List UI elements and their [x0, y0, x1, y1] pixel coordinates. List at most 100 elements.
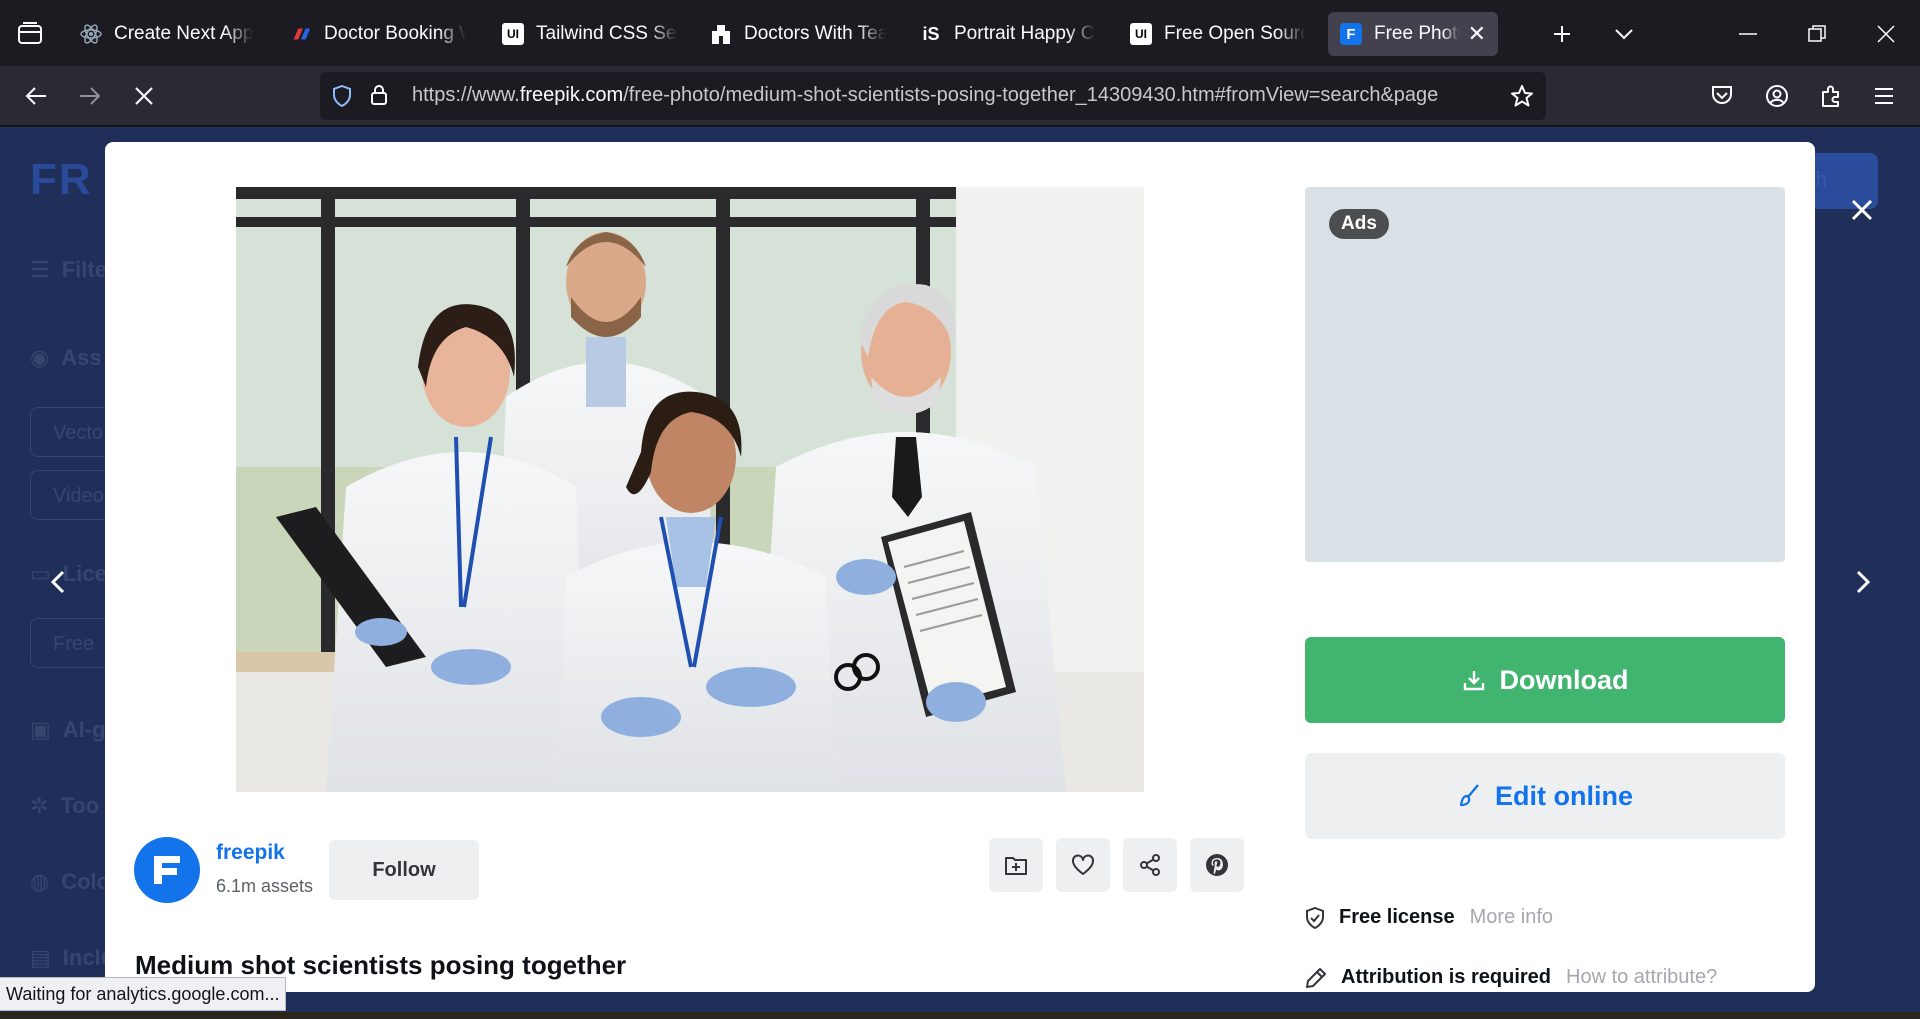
tab-free-open-source[interactable]: UI Free Open Source: [1118, 12, 1318, 56]
firefox-view-icon: [18, 22, 42, 44]
sidebar-label: Filte: [61, 257, 107, 282]
stop-loading-button[interactable]: [122, 74, 166, 118]
tab-portrait-happy[interactable]: iS Portrait Happy Co: [908, 12, 1108, 56]
license-label: Free license: [1339, 906, 1455, 928]
next-photo-button[interactable]: [1845, 562, 1881, 602]
bookmark-star-icon[interactable]: [1510, 84, 1534, 108]
tab-title: Free Photo | Me: [1374, 23, 1460, 44]
minimize-icon: [1739, 33, 1757, 35]
tab-title: Tailwind CSS Secti: [536, 23, 678, 44]
follow-button[interactable]: Follow: [329, 840, 479, 900]
more-info-link[interactable]: More info: [1470, 906, 1553, 929]
status-bar: Waiting for analytics.google.com...: [0, 977, 287, 1011]
minimize-button[interactable]: [1728, 14, 1768, 54]
modal-close-button[interactable]: [1842, 190, 1882, 230]
back-button[interactable]: [14, 74, 58, 118]
istock-icon: iS: [922, 23, 940, 44]
sidebar-item-tools: ✲ Too: [30, 793, 100, 818]
photo-detail-modal: Ads Download Edit online freepik 6.1m as…: [105, 142, 1815, 992]
tab-close-icon[interactable]: ✕: [1468, 21, 1486, 47]
attribution-label: Attribution is required: [1341, 966, 1551, 988]
edit-online-label: Edit online: [1495, 780, 1633, 811]
tab-title: Portrait Happy Co: [954, 23, 1096, 44]
page-footer-strip: [0, 1012, 1920, 1019]
tab-title: Doctors With Tean: [744, 23, 886, 44]
restore-icon: [1808, 25, 1826, 42]
puzzle-icon: [1822, 85, 1839, 107]
brush-icon: [1459, 784, 1479, 807]
sidebar-label: Too: [60, 793, 100, 818]
chevron-left-icon: [51, 570, 65, 594]
app-menu-button[interactable]: [1862, 74, 1906, 118]
shield-icon[interactable]: [332, 85, 352, 107]
tab-doctor-booking[interactable]: Doctor Booking W: [278, 12, 478, 56]
photo-preview[interactable]: [236, 187, 1144, 792]
edit-online-button[interactable]: Edit online: [1305, 753, 1785, 839]
chevron-right-icon: [1856, 570, 1870, 594]
pinterest-icon: [1206, 854, 1228, 876]
pinterest-button[interactable]: [1190, 838, 1244, 892]
restore-button[interactable]: [1797, 14, 1837, 54]
author-avatar[interactable]: [134, 837, 200, 903]
close-icon: [1877, 25, 1895, 43]
ui-icon: UI: [1130, 23, 1152, 45]
heart-icon: [1072, 854, 1094, 875]
close-icon: [1851, 199, 1873, 221]
ads-badge: Ads: [1329, 209, 1389, 239]
site-logo: FR: [30, 155, 93, 204]
account-button[interactable]: [1755, 74, 1799, 118]
share-icon: [1140, 854, 1160, 876]
like-button[interactable]: [1056, 838, 1110, 892]
account-icon: [1766, 85, 1788, 107]
doctors-icon: [710, 23, 732, 45]
navigation-toolbar: https://www.freepik.com/free-photo/mediu…: [0, 66, 1920, 126]
new-tab-button[interactable]: [1542, 14, 1582, 54]
react-icon: [80, 23, 102, 45]
tab-title: Free Open Source: [1164, 23, 1306, 44]
sidebar-label: Ass: [61, 345, 102, 370]
sidebar-item-filters: ☰ Filte: [30, 257, 107, 282]
shield-check-icon: [1306, 906, 1324, 929]
tab-bar: Create Next App Doctor Booking W UI Tail…: [0, 0, 1920, 66]
extensions-button[interactable]: [1809, 74, 1853, 118]
tab-doctors-with-team[interactable]: Doctors With Tean: [698, 12, 898, 56]
forward-button[interactable]: [68, 74, 112, 118]
author-assets-count: 6.1m assets: [216, 876, 314, 896]
lock-icon[interactable]: [370, 84, 388, 106]
scientists-photo-image: [236, 187, 1144, 792]
sidebar-item-assets: ◉ Ass: [30, 345, 102, 370]
freepik-icon: F: [1340, 23, 1362, 45]
attribution-row: Attribution is required How to attribute…: [1305, 966, 1717, 989]
tab-title: Create Next App: [114, 23, 254, 44]
pocket-button[interactable]: [1700, 74, 1744, 118]
freepik-logo-icon: [154, 856, 180, 884]
sidebar-label: Colo: [61, 869, 111, 894]
author-name-link[interactable]: freepik: [216, 841, 285, 865]
tab-free-photo[interactable]: F Free Photo | Me ✕: [1328, 12, 1498, 56]
tab-create-next-app[interactable]: Create Next App: [68, 12, 268, 56]
download-button[interactable]: Download: [1305, 637, 1785, 723]
sidebar-item-ai: ▣ AI-g: [30, 717, 106, 742]
url-domain: freepik.com: [519, 84, 624, 106]
url-text[interactable]: https://www.freepik.com/free-photo/mediu…: [412, 84, 1487, 107]
tab-tailwind-css[interactable]: UI Tailwind CSS Secti: [490, 12, 690, 56]
sidebar-item-color: ◍ Colo: [30, 869, 111, 894]
sidebar-label: AI-g: [62, 717, 106, 742]
share-button[interactable]: [1123, 838, 1177, 892]
ad-placeholder: Ads: [1305, 187, 1785, 562]
ui-icon: UI: [502, 23, 524, 45]
sidebar-item-include: ▤ Inclu: [30, 945, 115, 970]
stop-icon: [135, 87, 153, 105]
url-path: /free-photo/medium-shot-scientists-posin…: [623, 84, 1439, 106]
download-icon: [1463, 671, 1484, 691]
license-row: Free license More info: [1305, 906, 1553, 929]
add-to-collection-button[interactable]: [989, 838, 1043, 892]
list-all-tabs-button[interactable]: [1604, 14, 1644, 54]
how-to-attribute-link[interactable]: How to attribute?: [1566, 966, 1717, 989]
window-close-button[interactable]: [1866, 14, 1906, 54]
firefox-view-button[interactable]: [14, 18, 46, 50]
folder-plus-icon: [1005, 857, 1027, 875]
previous-photo-button[interactable]: [40, 562, 76, 602]
url-bar[interactable]: https://www.freepik.com/free-photo/mediu…: [320, 72, 1546, 120]
doctor-booking-icon: [290, 23, 312, 45]
